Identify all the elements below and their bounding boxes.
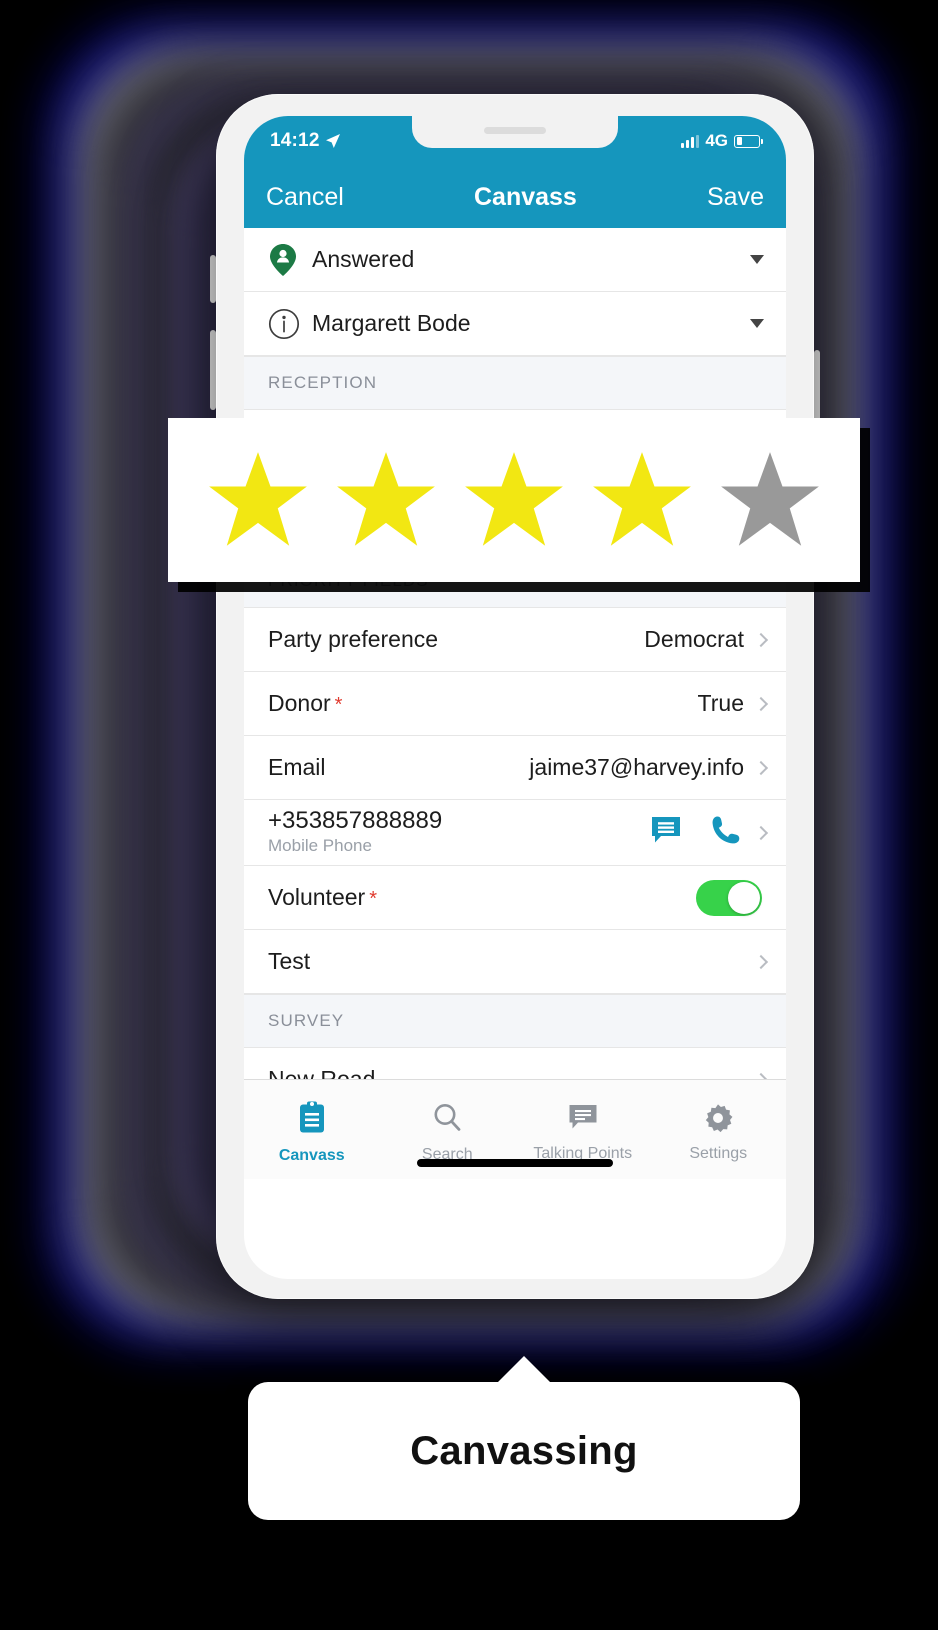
caption-pointer-arrow bbox=[496, 1356, 552, 1384]
caption-callout: Canvassing bbox=[248, 1356, 800, 1520]
status-bar-left: 14:12 bbox=[270, 130, 341, 152]
field-value: True bbox=[697, 690, 744, 716]
field-row-email[interactable]: Email jaime37@harvey.info bbox=[244, 736, 786, 800]
picker-row-status[interactable]: Answered bbox=[244, 228, 786, 292]
section-header-reception: RECEPTION bbox=[244, 356, 786, 410]
chevron-right-icon[interactable] bbox=[753, 632, 769, 647]
info-circle-icon bbox=[268, 308, 312, 340]
picker-row-contact[interactable]: Margarett Bode bbox=[244, 292, 786, 356]
section-header-survey: SURVEY bbox=[244, 994, 786, 1048]
field-value: jaime37@harvey.info bbox=[529, 754, 744, 780]
screenshot-stage: 14:12 4G Cancel Canvass Save Answered Ma… bbox=[0, 0, 938, 1630]
star-rating-overlay[interactable] bbox=[168, 418, 860, 582]
signal-bars-icon bbox=[681, 134, 700, 148]
phone-device-frame: 14:12 4G Cancel Canvass Save Answered Ma… bbox=[216, 94, 814, 1299]
volunteer-toggle[interactable] bbox=[696, 879, 762, 916]
status-time: 14:12 bbox=[270, 130, 320, 151]
tab-canvass[interactable]: Canvass bbox=[244, 1080, 380, 1179]
field-label: Email bbox=[268, 754, 326, 780]
cancel-button[interactable]: Cancel bbox=[266, 183, 344, 212]
phone-screen: 14:12 4G Cancel Canvass Save Answered Ma… bbox=[244, 116, 786, 1279]
home-indicator bbox=[417, 1159, 613, 1167]
navigation-bar: Cancel Canvass Save bbox=[244, 166, 786, 228]
field-label: Party preference bbox=[268, 626, 439, 652]
phone-type-label: Mobile Phone bbox=[268, 836, 372, 856]
message-icon[interactable] bbox=[650, 815, 682, 850]
chevron-down-icon[interactable] bbox=[750, 319, 764, 328]
clipboard-icon bbox=[297, 1101, 327, 1140]
speech-bubble-icon bbox=[568, 1103, 598, 1138]
field-row-donor[interactable]: Donor * True bbox=[244, 672, 786, 736]
form-content: Answered Margarett Bode RECEPTION Party … bbox=[244, 228, 786, 1179]
network-type-label: 4G bbox=[705, 131, 728, 150]
phone-notch bbox=[412, 116, 618, 148]
caption-text: Canvassing bbox=[410, 1428, 638, 1473]
field-label: Test bbox=[268, 948, 311, 974]
field-row-mobile-phone[interactable]: +353857888889 Mobile Phone bbox=[244, 800, 786, 866]
status-bar-right: 4G bbox=[681, 131, 763, 151]
gear-icon bbox=[703, 1103, 733, 1138]
chevron-right-icon[interactable] bbox=[753, 760, 769, 775]
chevron-right-icon[interactable] bbox=[753, 954, 769, 969]
phone-icon[interactable] bbox=[710, 814, 742, 851]
required-marker: * bbox=[334, 694, 343, 716]
status-bar: 14:12 4G bbox=[244, 116, 786, 166]
required-marker: * bbox=[369, 888, 377, 910]
picker-label-contact: Margarett Bode bbox=[312, 310, 471, 336]
star-icon-3[interactable] bbox=[462, 450, 566, 550]
location-arrow-icon bbox=[325, 134, 340, 148]
chevron-down-icon[interactable] bbox=[750, 255, 764, 264]
tab-label: Settings bbox=[689, 1144, 748, 1162]
tab-label: Canvass bbox=[278, 1146, 345, 1164]
phone-number: +353857888889 bbox=[268, 806, 443, 834]
tab-settings[interactable]: Settings bbox=[651, 1080, 787, 1179]
search-icon bbox=[432, 1102, 462, 1139]
star-icon-2[interactable] bbox=[334, 450, 438, 550]
field-label: Donor bbox=[268, 690, 331, 716]
field-row-party-preference[interactable]: Party preference Democrat bbox=[244, 608, 786, 672]
star-icon-1[interactable] bbox=[206, 450, 310, 550]
map-pin-person-icon bbox=[268, 243, 312, 277]
field-label: Volunteer bbox=[268, 884, 366, 910]
star-icon-4[interactable] bbox=[590, 450, 694, 550]
chevron-right-icon[interactable] bbox=[753, 696, 769, 711]
chevron-right-icon[interactable] bbox=[753, 825, 769, 840]
star-icon-5[interactable] bbox=[718, 450, 822, 550]
battery-icon bbox=[734, 134, 763, 148]
field-row-volunteer[interactable]: Volunteer * bbox=[244, 866, 786, 930]
field-value: Democrat bbox=[644, 626, 744, 652]
earpiece-speaker bbox=[484, 127, 546, 134]
field-row-test[interactable]: Test bbox=[244, 930, 786, 994]
picker-label-status: Answered bbox=[312, 246, 415, 272]
save-button[interactable]: Save bbox=[707, 183, 764, 212]
page-title: Canvass bbox=[473, 182, 577, 211]
